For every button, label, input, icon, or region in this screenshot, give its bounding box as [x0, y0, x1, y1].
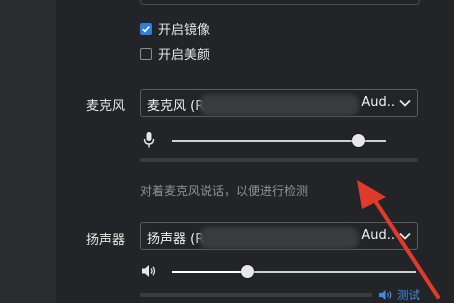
speaker-device-name: 扬声器 (R [147, 232, 205, 247]
microphone-volume-thumb[interactable] [351, 134, 365, 147]
mirror-checkbox[interactable]: 开启镜像 [140, 19, 210, 38]
microphone-device-suffix: Aud.. [361, 95, 395, 110]
beauty-label: 开启美颜 [158, 48, 211, 63]
speaker-test-icon [379, 290, 392, 300]
speaker-volume-fill [172, 271, 248, 273]
speaker-select[interactable]: 扬声器 (R Aud.. [140, 222, 418, 250]
redaction-blur [199, 227, 359, 249]
speaker-icon [142, 265, 156, 277]
checkbox-unchecked-icon[interactable] [140, 47, 152, 60]
speaker-test-button[interactable]: 测试 [378, 287, 420, 303]
redaction-blur [199, 94, 359, 116]
speaker-device-suffix: Aud.. [361, 228, 395, 243]
microphone-icon [143, 132, 155, 148]
speaker-test-label: 测试 [397, 288, 420, 302]
checkbox-checked-icon[interactable] [140, 22, 152, 35]
microphone-level-meter [140, 158, 418, 162]
left-sidebar [0, 0, 56, 303]
microphone-label: 麦克风 [86, 99, 126, 114]
chevron-down-icon[interactable] [399, 231, 411, 241]
settings-panel [56, 0, 454, 303]
chevron-down-icon[interactable] [399, 98, 411, 108]
speaker-label: 扬声器 [86, 233, 126, 248]
beauty-checkbox[interactable]: 开启美颜 [140, 44, 210, 63]
microphone-select[interactable]: 麦克风 (R Aud.. [140, 89, 418, 117]
microphone-hint: 对着麦克风说话，以便进行检测 [140, 184, 309, 198]
camera-preview-box [140, 0, 420, 5]
microphone-device-name: 麦克风 (R [147, 99, 205, 114]
mirror-label: 开启镜像 [158, 23, 211, 38]
speaker-level-meter [140, 293, 372, 297]
